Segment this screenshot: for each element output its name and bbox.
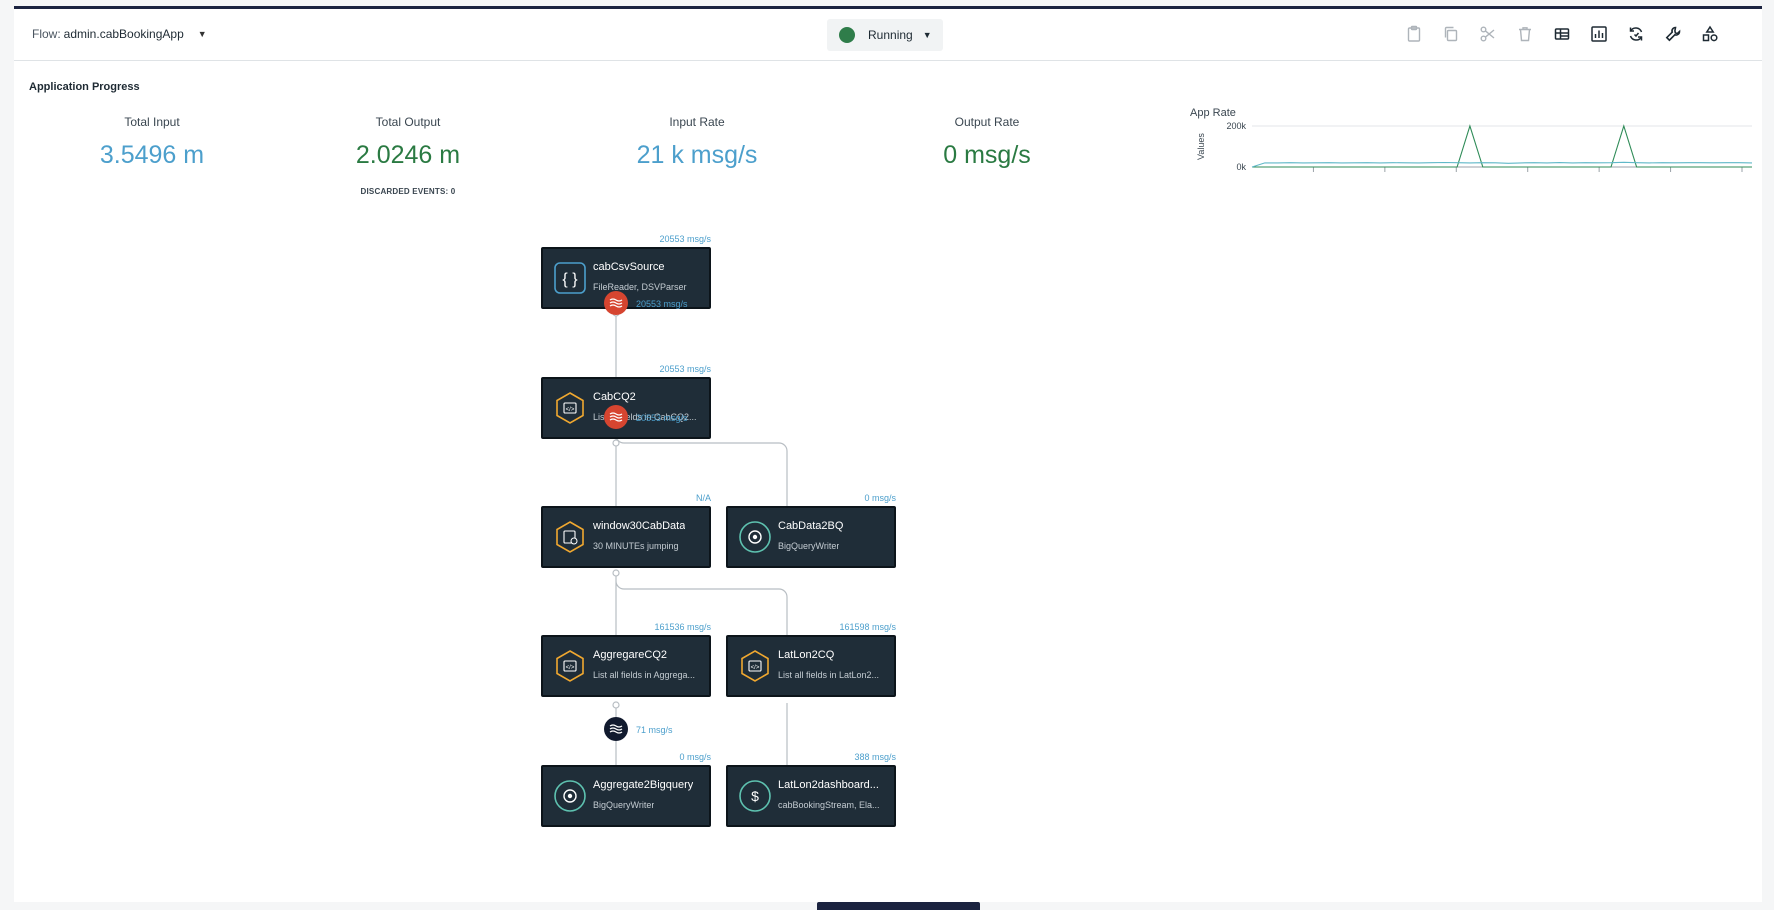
node-rate: N/A [695, 493, 711, 503]
stream-wave-icon[interactable] [604, 717, 628, 741]
bottom-panel-tab[interactable] [817, 902, 980, 910]
node-title: window30CabData [593, 520, 686, 532]
flow-node-aggregate2bigquery[interactable]: Aggregate2Bigquery BigQueryWriter [541, 765, 711, 827]
target-circle-icon [553, 779, 587, 813]
svg-text:{ }: { } [562, 271, 578, 288]
node-title: LatLon2dashboard... [778, 779, 879, 791]
node-subtitle: BigQueryWriter [593, 800, 655, 810]
stream-rate: 71 msg/s [636, 725, 673, 735]
flow-node-window30cabdata[interactable]: window30CabData 30 MINUTEs jumping [541, 506, 711, 568]
stream-wave-icon[interactable] [604, 291, 628, 315]
braces-icon: { } [553, 261, 587, 295]
svg-text:</>: </> [566, 407, 575, 413]
code-hexagon-icon: </> [553, 391, 587, 425]
flow-node-cabcq2[interactable]: </> CabCQ2 List all fields in CabCQ2... [541, 377, 711, 439]
node-rate: 0 msg/s [864, 493, 896, 503]
window-hexagon-icon [553, 520, 587, 554]
flow-node-aggregarecq2[interactable]: </> AggregareCQ2 List all fields in Aggreg… [541, 635, 711, 697]
svg-text:</>: </> [566, 665, 575, 671]
node-rate: 0 msg/s [679, 752, 711, 762]
stream-rate: 20553 msg/s [636, 299, 688, 309]
node-subtitle: FileReader, DSVParser [593, 282, 687, 292]
node-title: Aggregate2Bigquery [593, 779, 694, 791]
svg-text:</>: </> [751, 665, 760, 671]
node-subtitle: BigQueryWriter [778, 541, 840, 551]
node-title: CabCQ2 [593, 391, 636, 403]
dollar-circle-icon: $ [738, 779, 772, 813]
node-rate: 388 msg/s [854, 752, 896, 762]
node-rate: 161598 msg/s [839, 622, 896, 632]
code-hexagon-icon: </> [738, 649, 772, 683]
node-title: LatLon2CQ [778, 649, 835, 661]
node-subtitle: cabBookingStream, Ela... [778, 800, 880, 810]
flow-node-latlon2cq[interactable]: </> LatLon2CQ List all fields in LatLon2..… [726, 635, 896, 697]
target-circle-icon [738, 520, 772, 554]
flow-node-cabdata2bq[interactable]: CabData2BQ BigQueryWriter [726, 506, 896, 568]
code-hexagon-icon: </> [553, 649, 587, 683]
node-title: AggregareCQ2 [593, 649, 667, 661]
node-subtitle: 30 MINUTEs jumping [593, 541, 679, 551]
flow-node-latlon2dashboard[interactable]: $ LatLon2dashboard... cabBookingStream, El… [726, 765, 896, 827]
stream-wave-icon[interactable] [604, 405, 628, 429]
stream-rate: 20553 msg/s [636, 413, 688, 423]
svg-text:$: $ [751, 788, 759, 804]
node-rate: 20553 msg/s [659, 364, 711, 374]
node-subtitle: List all fields in LatLon2... [778, 670, 880, 680]
node-rate: 161536 msg/s [654, 622, 711, 632]
node-title: cabCsvSource [593, 261, 665, 273]
app-frame: Flow: admin.cabBookingApp ▼ Running ▼ Ap… [14, 6, 1762, 910]
node-rate: 20553 msg/s [659, 234, 711, 244]
node-title: CabData2BQ [778, 520, 844, 532]
node-subtitle: List all fields in Aggrega... [593, 670, 696, 680]
